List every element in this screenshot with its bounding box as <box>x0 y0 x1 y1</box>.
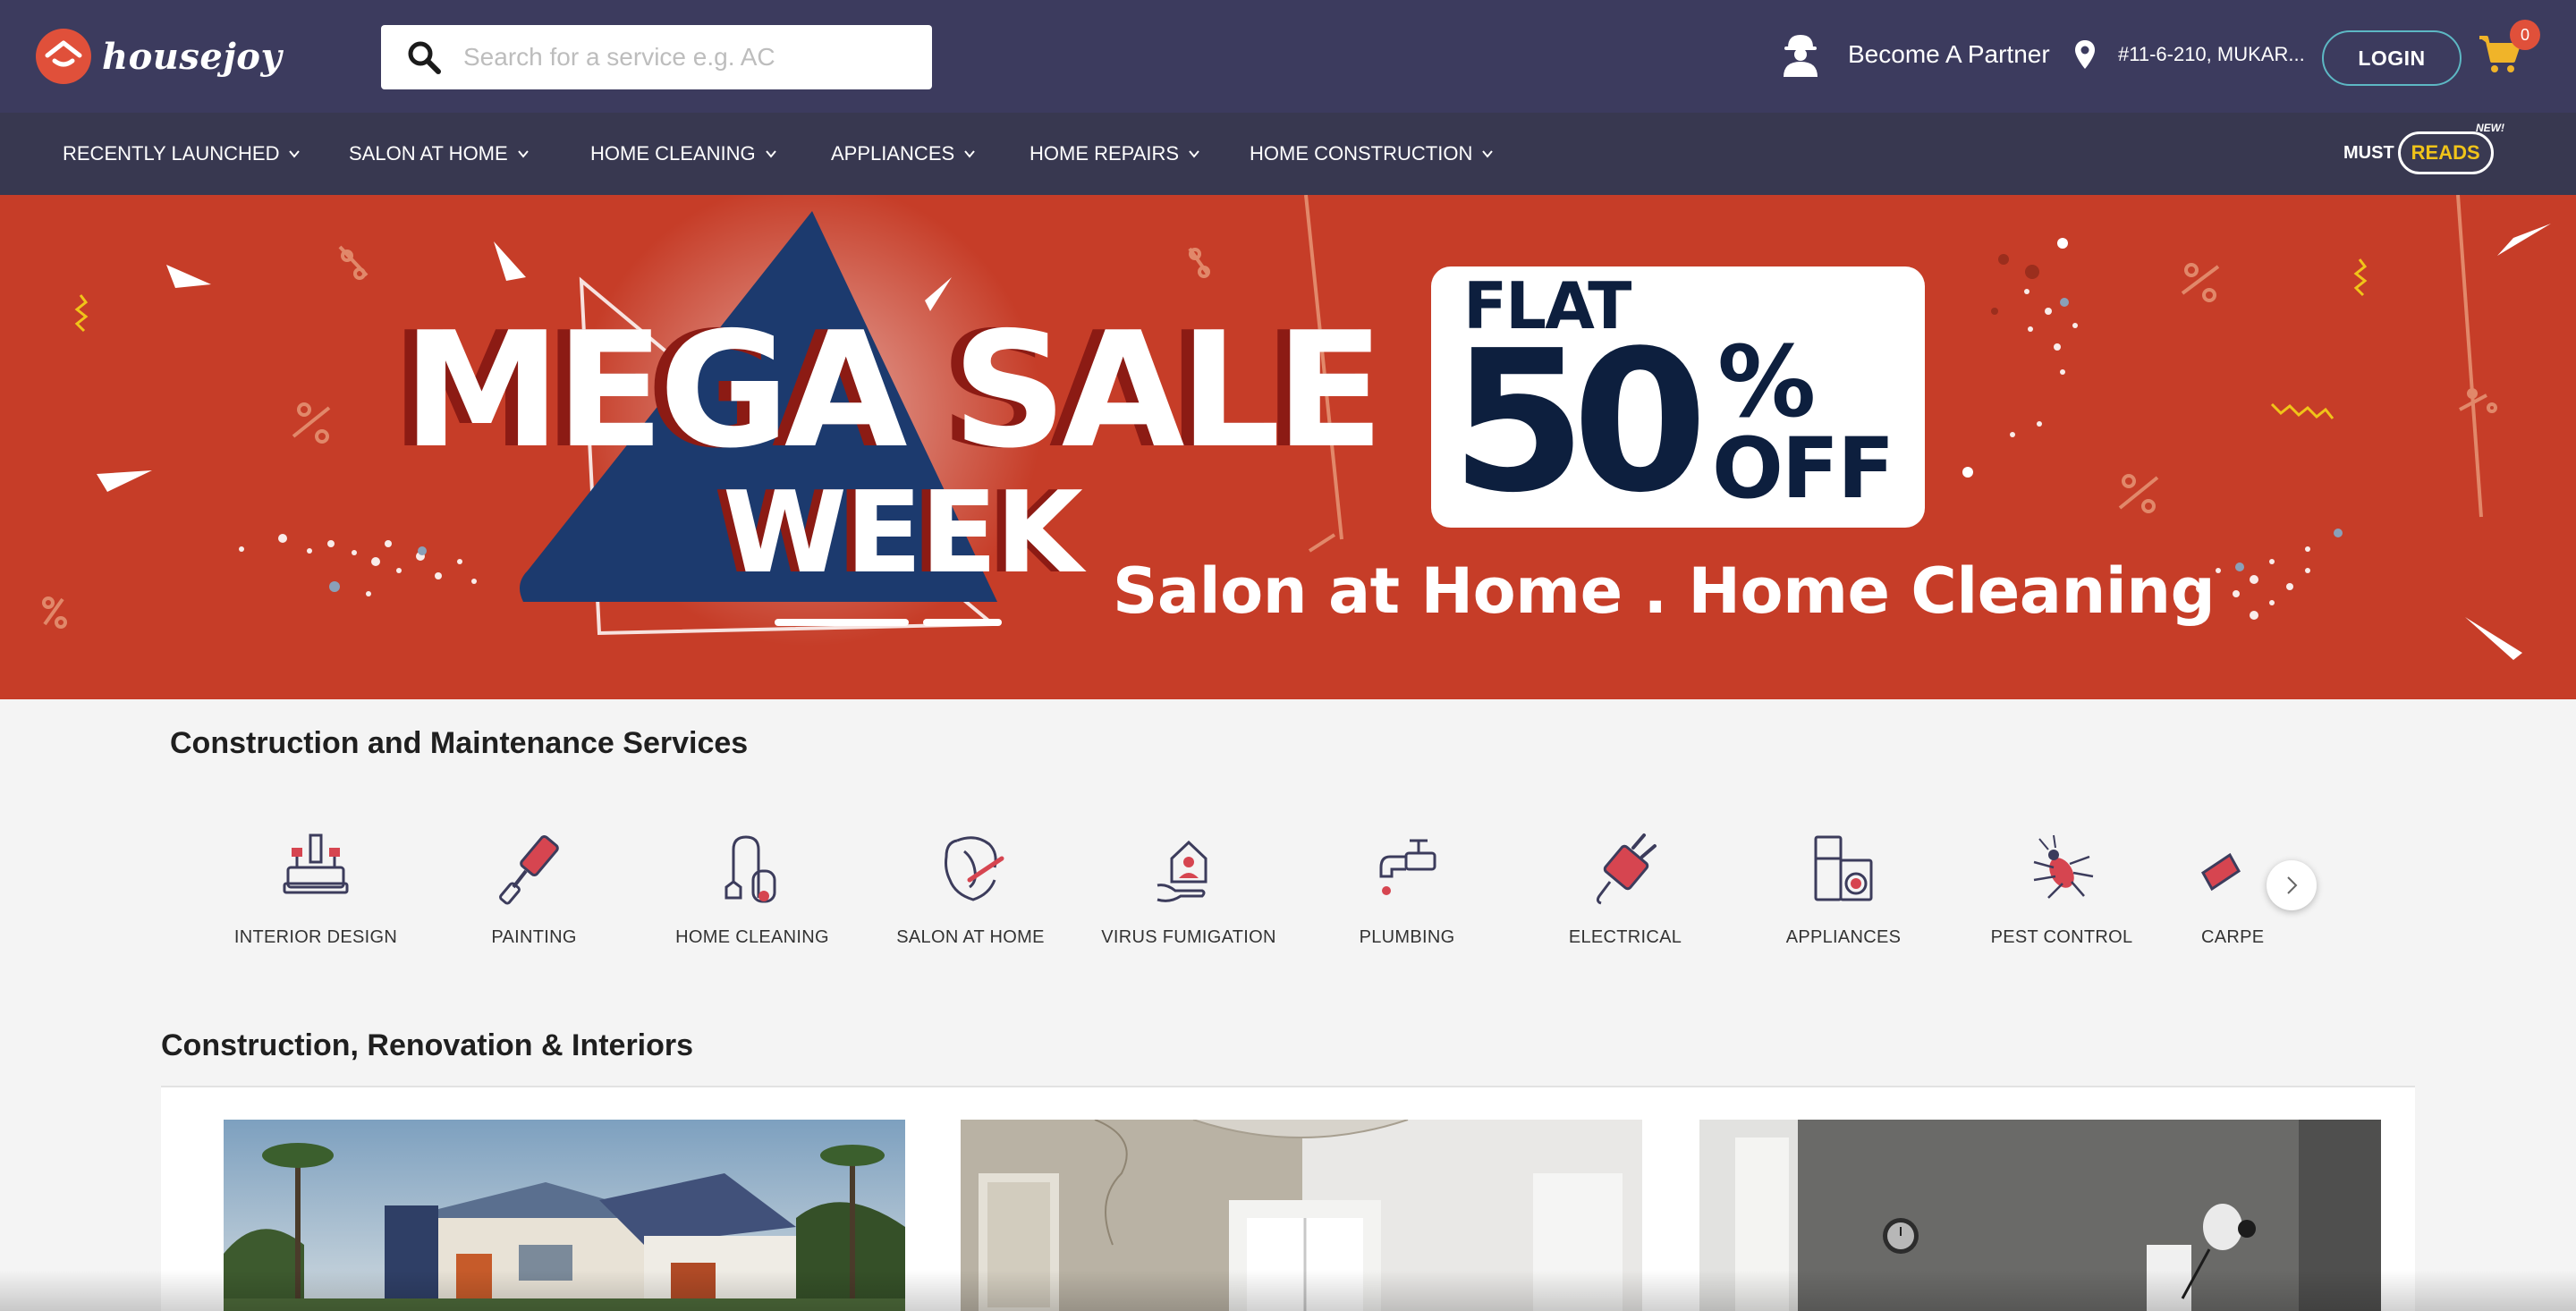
banner-subtitle: Salon at Home . Home Cleaning <box>1113 554 2216 628</box>
service-interior-design[interactable]: INTERIOR DESIGN <box>217 805 414 948</box>
chevron-down-icon <box>765 150 776 158</box>
carpentry-icon <box>2194 828 2275 909</box>
carousel-dot[interactable] <box>923 619 1002 626</box>
search-input[interactable] <box>463 43 893 72</box>
search-icon[interactable] <box>406 39 442 75</box>
nav-home-repairs[interactable]: HOME REPAIRS <box>1030 113 1200 195</box>
become-partner-link[interactable]: Become A Partner <box>1780 32 2050 77</box>
construction-card-renovation[interactable] <box>961 1120 1642 1311</box>
nav-label: SALON AT HOME <box>349 142 508 165</box>
chevron-down-icon <box>1189 150 1199 158</box>
off-label: OFF <box>1712 420 1894 518</box>
service-label: PLUMBING <box>1359 927 1455 947</box>
pest-icon <box>2021 828 2102 909</box>
top-header: housejoy Become A Partner #11-6-210, MUK… <box>0 0 2576 113</box>
service-label: CARPE <box>2201 927 2265 947</box>
brand-logo[interactable]: housejoy <box>36 29 282 84</box>
category-nav: RECENTLY LAUNCHED SALON AT HOME HOME CLE… <box>0 113 2576 195</box>
discount-box: FLAT 50 % OFF <box>1431 266 1925 528</box>
chevron-right-icon <box>2287 876 2298 894</box>
login-button[interactable]: LOGIN <box>2322 30 2462 86</box>
chevron-down-icon <box>964 150 975 158</box>
become-partner-label: Become A Partner <box>1848 40 2050 68</box>
banner-headline: MEGA SALE <box>402 298 1385 483</box>
location-selector[interactable]: #11-6-210, MUKAR... <box>2073 39 2305 70</box>
percent-sign: % <box>1717 325 1817 439</box>
service-salon-at-home[interactable]: SALON AT HOME <box>872 805 1069 948</box>
service-pest-control[interactable]: PEST CONTROL <box>1963 805 2160 948</box>
carousel-next-button[interactable] <box>2267 860 2317 910</box>
faucet-icon <box>1367 828 1447 909</box>
search-bar <box>381 25 932 89</box>
nav-label: HOME CLEANING <box>590 142 756 165</box>
nav-label: HOME CONSTRUCTION <box>1250 142 1473 165</box>
service-plumbing[interactable]: PLUMBING <box>1309 805 1505 948</box>
location-pin-icon <box>2073 39 2097 70</box>
nav-appliances[interactable]: APPLIANCES <box>831 113 976 195</box>
discount-value: 50 <box>1451 309 1707 536</box>
service-label: ELECTRICAL <box>1568 927 1682 947</box>
chevron-down-icon <box>1482 150 1494 158</box>
must-reads-reads: READS <box>2397 131 2494 174</box>
service-label: PAINTING <box>491 927 577 947</box>
nav-home-construction[interactable]: HOME CONSTRUCTION <box>1250 113 1494 195</box>
chevron-down-icon <box>289 150 301 158</box>
service-label: SALON AT HOME <box>896 927 1045 947</box>
paint-roller-icon <box>494 828 574 909</box>
modern-house-photo <box>224 1120 905 1311</box>
brand-name: housejoy <box>102 35 283 78</box>
services-title: Construction and Maintenance Services <box>170 726 749 760</box>
service-painting[interactable]: PAINTING <box>436 805 632 948</box>
salon-icon <box>930 828 1011 909</box>
service-label: VIRUS FUMIGATION <box>1101 927 1276 947</box>
construction-card-interior[interactable] <box>1699 1120 2381 1311</box>
chevron-down-icon <box>517 150 529 158</box>
service-label: APPLIANCES <box>1785 927 1902 947</box>
new-badge: NEW! <box>2476 122 2504 134</box>
nav-label: RECENTLY LAUNCHED <box>63 142 280 165</box>
nav-home-cleaning[interactable]: HOME CLEANING <box>590 113 777 195</box>
worker-icon <box>1780 32 1821 77</box>
service-virus-fumigation[interactable]: VIRUS FUMIGATION <box>1090 805 1287 948</box>
grey-interior-photo <box>1699 1120 2381 1311</box>
electric-plug-icon <box>1585 828 1665 909</box>
nav-salon-at-home[interactable]: SALON AT HOME <box>349 113 530 195</box>
services-carousel: INTERIOR DESIGN PAINTING HOME CLEANING S… <box>179 805 2290 984</box>
banner-headline-week: WEEK <box>723 467 1083 598</box>
nav-label: APPLIANCES <box>831 142 955 165</box>
carousel-indicators <box>775 619 1002 626</box>
house-logo-icon <box>36 29 91 84</box>
vacuum-cleaner-icon <box>712 828 792 909</box>
nav-recently-launched[interactable]: RECENTLY LAUNCHED <box>63 113 301 195</box>
service-home-cleaning[interactable]: HOME CLEANING <box>654 805 851 948</box>
nav-label: HOME REPAIRS <box>1030 142 1180 165</box>
service-electrical[interactable]: ELECTRICAL <box>1527 805 1724 948</box>
virus-fumigation-icon <box>1148 828 1229 909</box>
service-appliances[interactable]: APPLIANCES <box>1745 805 1942 948</box>
service-label: PEST CONTROL <box>1990 927 2133 947</box>
service-label: HOME CLEANING <box>675 927 829 947</box>
construction-cards <box>161 1087 2415 1311</box>
service-label: INTERIOR DESIGN <box>233 927 398 947</box>
construction-card-house[interactable] <box>224 1120 905 1311</box>
construction-title: Construction, Renovation & Interiors <box>161 1028 694 1062</box>
must-reads-must: MUST <box>2343 142 2394 163</box>
interior-design-icon <box>275 828 356 909</box>
location-label: #11-6-210, MUKAR... <box>2118 43 2305 65</box>
carousel-dot-active[interactable] <box>775 619 909 626</box>
appliances-icon <box>1803 828 1884 909</box>
room-renovation-photo <box>961 1120 1642 1311</box>
cart-count-badge: 0 <box>2510 20 2540 50</box>
must-reads-link[interactable]: MUST READS NEW! <box>2343 122 2504 184</box>
promo-banner[interactable]: MEGA SALE WEEK FLAT 50 % OFF Salon at Ho… <box>0 195 2576 699</box>
